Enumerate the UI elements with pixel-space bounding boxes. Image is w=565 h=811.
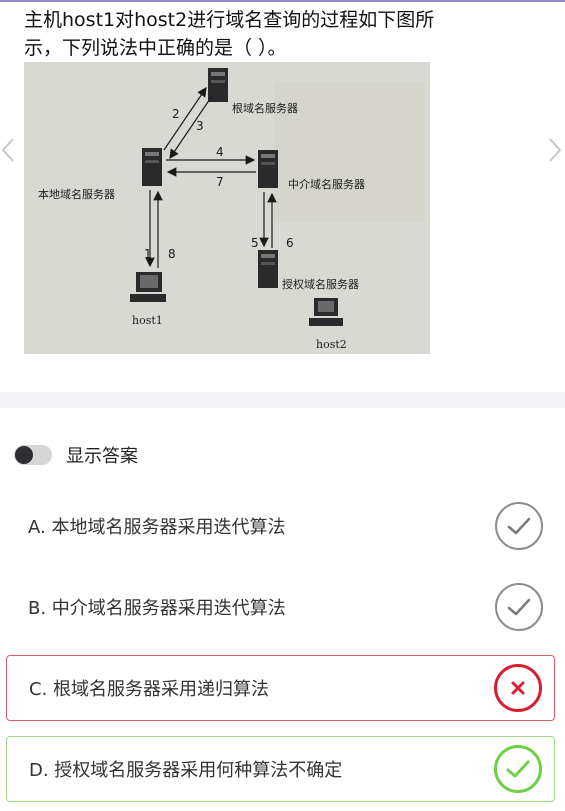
check-icon bbox=[495, 502, 543, 550]
option-d-label: D. 授权域名服务器采用何种算法不确定 bbox=[29, 760, 343, 781]
check-icon bbox=[495, 583, 543, 631]
dns-query-diagram: 根域名服务器 本地域名服务器 中介域名服务器 授权域名服务器 host1 hos… bbox=[24, 62, 430, 354]
authoritative-server-label: 授权域名服务器 bbox=[282, 277, 359, 291]
option-b-label: B. 中介域名服务器采用迭代算法 bbox=[28, 598, 286, 619]
intermediate-server-icon bbox=[258, 150, 278, 188]
step-2: 2 bbox=[172, 107, 180, 121]
toggle-knob bbox=[15, 446, 33, 464]
show-answer-toggle[interactable] bbox=[14, 445, 52, 465]
next-button[interactable] bbox=[543, 130, 565, 170]
previous-button[interactable] bbox=[0, 130, 20, 170]
section-divider bbox=[0, 392, 565, 408]
option-a-label: A. 本地域名服务器采用迭代算法 bbox=[28, 517, 286, 538]
cross-icon bbox=[494, 664, 542, 712]
show-answer-row: 显示答案 bbox=[14, 442, 138, 468]
step-8: 8 bbox=[168, 247, 176, 261]
question-text: 主机host1对host2进行域名查询的过程如下图所 示，下列说法中正确的是（ … bbox=[24, 6, 524, 62]
chevron-right-icon bbox=[549, 138, 562, 162]
authoritative-server-icon bbox=[258, 250, 278, 288]
option-c[interactable]: C. 根域名服务器采用递归算法 bbox=[6, 655, 555, 721]
host1-label: host1 bbox=[132, 314, 163, 327]
root-server-label: 根域名服务器 bbox=[232, 101, 298, 115]
top-rule bbox=[0, 0, 565, 2]
question-line-1: 主机host1对host2进行域名查询的过程如下图所 bbox=[24, 9, 435, 31]
step-5: 5 bbox=[251, 236, 259, 250]
step-4: 4 bbox=[216, 145, 224, 159]
step-7: 7 bbox=[216, 175, 224, 189]
host2-computer-icon bbox=[309, 298, 343, 326]
chevron-left-icon bbox=[1, 138, 14, 162]
intermediate-server-label: 中介域名服务器 bbox=[288, 177, 365, 191]
question-line-2: 示，下列说法中正确的是（ ）。 bbox=[24, 37, 287, 59]
option-c-label: C. 根域名服务器采用递归算法 bbox=[29, 679, 270, 700]
check-icon bbox=[494, 745, 542, 793]
option-b[interactable]: B. 中介域名服务器采用迭代算法 bbox=[6, 574, 555, 640]
step-1: 1 bbox=[144, 247, 152, 261]
step-3: 3 bbox=[196, 119, 204, 133]
option-a[interactable]: A. 本地域名服务器采用迭代算法 bbox=[6, 493, 555, 559]
option-d[interactable]: D. 授权域名服务器采用何种算法不确定 bbox=[6, 736, 555, 802]
local-server-icon bbox=[142, 148, 162, 186]
local-server-label: 本地域名服务器 bbox=[38, 187, 115, 201]
host2-label: host2 bbox=[316, 338, 347, 351]
show-answer-label: 显示答案 bbox=[66, 446, 138, 467]
step-6: 6 bbox=[286, 236, 294, 250]
